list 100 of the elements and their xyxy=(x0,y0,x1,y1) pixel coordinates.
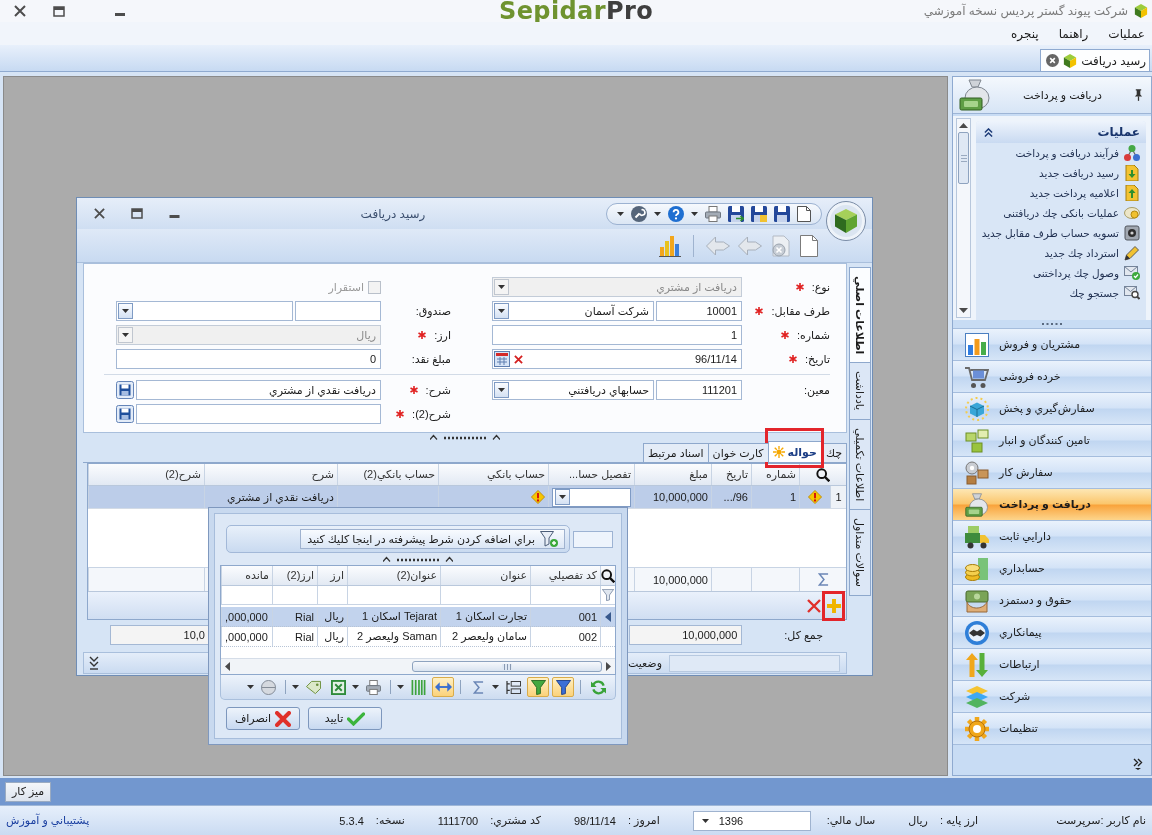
filter-hint-button[interactable]: براي اضافه كردن شرط پيشرفته در اینجا كليك كنيد xyxy=(300,529,565,549)
scroll-up-icon[interactable] xyxy=(959,123,968,128)
scroll-right-icon[interactable] xyxy=(606,662,611,671)
side-tab[interactable]: سوالات متداول xyxy=(849,508,871,596)
fit-button[interactable] xyxy=(432,677,454,697)
dropdown-button[interactable] xyxy=(555,489,570,505)
module-button[interactable]: سفارش کار xyxy=(953,456,1151,488)
module-button[interactable]: حقوق و دستمزد xyxy=(953,584,1151,616)
task-link[interactable]: تسویه حساب طرف مقابل جدید xyxy=(976,223,1146,243)
module-button[interactable]: دریافت و پرداخت xyxy=(953,488,1151,520)
dropdown-field[interactable]: حسابهاي دریافتني xyxy=(492,380,654,400)
column-header[interactable]: شرح xyxy=(204,464,337,485)
save-icon[interactable] xyxy=(751,205,767,222)
caret-icon[interactable] xyxy=(352,685,359,689)
column-header[interactable]: شرح(2) xyxy=(88,464,204,485)
module-button[interactable]: مشتریان و فروش xyxy=(953,328,1151,360)
restore-icon[interactable] xyxy=(131,208,143,219)
date-field[interactable]: 96/11/14 xyxy=(492,349,742,369)
module-button[interactable]: خرده فروشی xyxy=(953,360,1151,392)
input-field[interactable] xyxy=(136,404,381,424)
close-icon[interactable] xyxy=(94,208,105,219)
menu-item[interactable]: راهنما xyxy=(1058,26,1089,41)
module-button[interactable]: ارتباطات xyxy=(953,648,1151,680)
wrench-icon[interactable] xyxy=(631,205,647,222)
column-header[interactable]: تفصيل حسا... xyxy=(548,464,634,485)
tab[interactable]: اسناد مرتبط xyxy=(642,443,709,462)
dropdown-button[interactable] xyxy=(494,382,509,398)
column-header[interactable]: حساب بانكي(2) xyxy=(337,464,438,485)
save-icon[interactable] xyxy=(774,205,790,222)
task-link[interactable]: استرداد چك جدید xyxy=(976,243,1146,263)
module-button[interactable]: شرکت xyxy=(953,680,1151,712)
search-icon[interactable] xyxy=(816,467,830,482)
new-document-icon[interactable] xyxy=(797,205,811,222)
column-header[interactable]: مبلغ xyxy=(634,464,711,485)
caret-icon[interactable] xyxy=(654,211,661,216)
collapse-icon[interactable] xyxy=(89,656,99,670)
menu-item[interactable]: پنجره xyxy=(1011,26,1039,41)
tab[interactable]: كارت خوان xyxy=(707,443,769,462)
caret-icon[interactable] xyxy=(292,685,299,689)
caret-icon[interactable] xyxy=(691,211,698,216)
input-field[interactable] xyxy=(295,301,381,321)
chevron-icon[interactable] xyxy=(1133,758,1143,770)
dropdown-field[interactable] xyxy=(552,487,631,507)
search-icon[interactable] xyxy=(601,568,615,583)
task-link[interactable]: اعلامیه پرداخت جدید xyxy=(976,183,1146,203)
caret-icon[interactable] xyxy=(247,685,254,689)
module-button[interactable]: سفارش‌گيري و پخش xyxy=(953,392,1151,424)
column-header[interactable]: ارز(2) xyxy=(272,566,317,585)
save-icon[interactable] xyxy=(728,205,744,222)
minimize-icon[interactable] xyxy=(115,12,125,16)
input-field[interactable]: 1 xyxy=(492,325,742,345)
taskbar-button[interactable]: ميز كار xyxy=(5,781,52,802)
module-button[interactable]: پيمانكاري xyxy=(953,616,1151,648)
module-button[interactable]: تامین کنندگان و انبار xyxy=(953,424,1151,456)
scrollbar[interactable] xyxy=(956,118,971,318)
column-header[interactable]: كد تفصيلي xyxy=(530,566,600,585)
clear-icon[interactable] xyxy=(514,354,523,364)
calendar-icon[interactable] xyxy=(494,351,510,367)
task-link[interactable]: رسید دریافت جدید xyxy=(976,163,1146,183)
task-link[interactable]: جستجو چك xyxy=(976,283,1146,303)
save-icon[interactable] xyxy=(116,405,134,423)
pin-icon[interactable] xyxy=(1134,89,1143,101)
scrollbar[interactable] xyxy=(221,658,615,674)
collapse-icon[interactable] xyxy=(984,127,993,137)
help-icon[interactable] xyxy=(668,205,684,222)
column-header[interactable]: عنوان xyxy=(440,566,530,585)
splitter-grip-icon[interactable] xyxy=(430,434,500,440)
restore-icon[interactable] xyxy=(53,5,65,17)
task-link[interactable]: عملیات بانکی چك دریافتنی xyxy=(976,203,1146,223)
scroll-down-icon[interactable] xyxy=(959,308,968,313)
scroll-left-icon[interactable] xyxy=(225,662,230,671)
column-header[interactable]: ارز xyxy=(317,566,347,585)
module-button[interactable]: حسابداري xyxy=(953,552,1151,584)
dropdown-button[interactable] xyxy=(494,303,509,319)
task-link[interactable]: وصول چك پرداختنی xyxy=(976,263,1146,283)
caret-icon[interactable] xyxy=(492,685,499,689)
close-icon[interactable] xyxy=(14,5,26,17)
input-field[interactable]: 0 xyxy=(116,349,381,369)
side-tab[interactable]: اطلاعات اصلي xyxy=(849,267,871,364)
print-icon[interactable] xyxy=(705,205,721,222)
confirm-button[interactable]: تاييد xyxy=(308,707,382,730)
side-tab[interactable]: يادداشت xyxy=(849,362,871,420)
support-link[interactable]: پشتيباني و آموزش xyxy=(6,814,90,827)
input-field[interactable]: دريافت نقدي از مشتري xyxy=(136,380,381,400)
filter-button[interactable] xyxy=(552,677,574,697)
task-link[interactable]: فرآیند دریافت و پرداخت xyxy=(976,143,1146,163)
document-tab[interactable]: رسید دریافت xyxy=(1040,49,1150,71)
minimize-icon[interactable] xyxy=(169,214,180,218)
caret-icon[interactable] xyxy=(617,211,624,216)
input-field[interactable]: 111201 xyxy=(656,380,742,400)
side-tab[interactable]: اطلاعات تكميلي xyxy=(849,418,871,510)
input-field[interactable]: 10001 xyxy=(656,301,742,321)
close-icon[interactable] xyxy=(1046,54,1060,67)
input-field[interactable] xyxy=(573,530,613,548)
year-dropdown[interactable]: 1396 xyxy=(692,810,811,831)
scrollbar-thumb[interactable] xyxy=(958,132,969,184)
chart-icon[interactable] xyxy=(659,234,681,257)
delete-icon[interactable] xyxy=(807,598,821,613)
save-icon[interactable] xyxy=(116,381,134,399)
filter-row-button[interactable] xyxy=(527,677,549,697)
